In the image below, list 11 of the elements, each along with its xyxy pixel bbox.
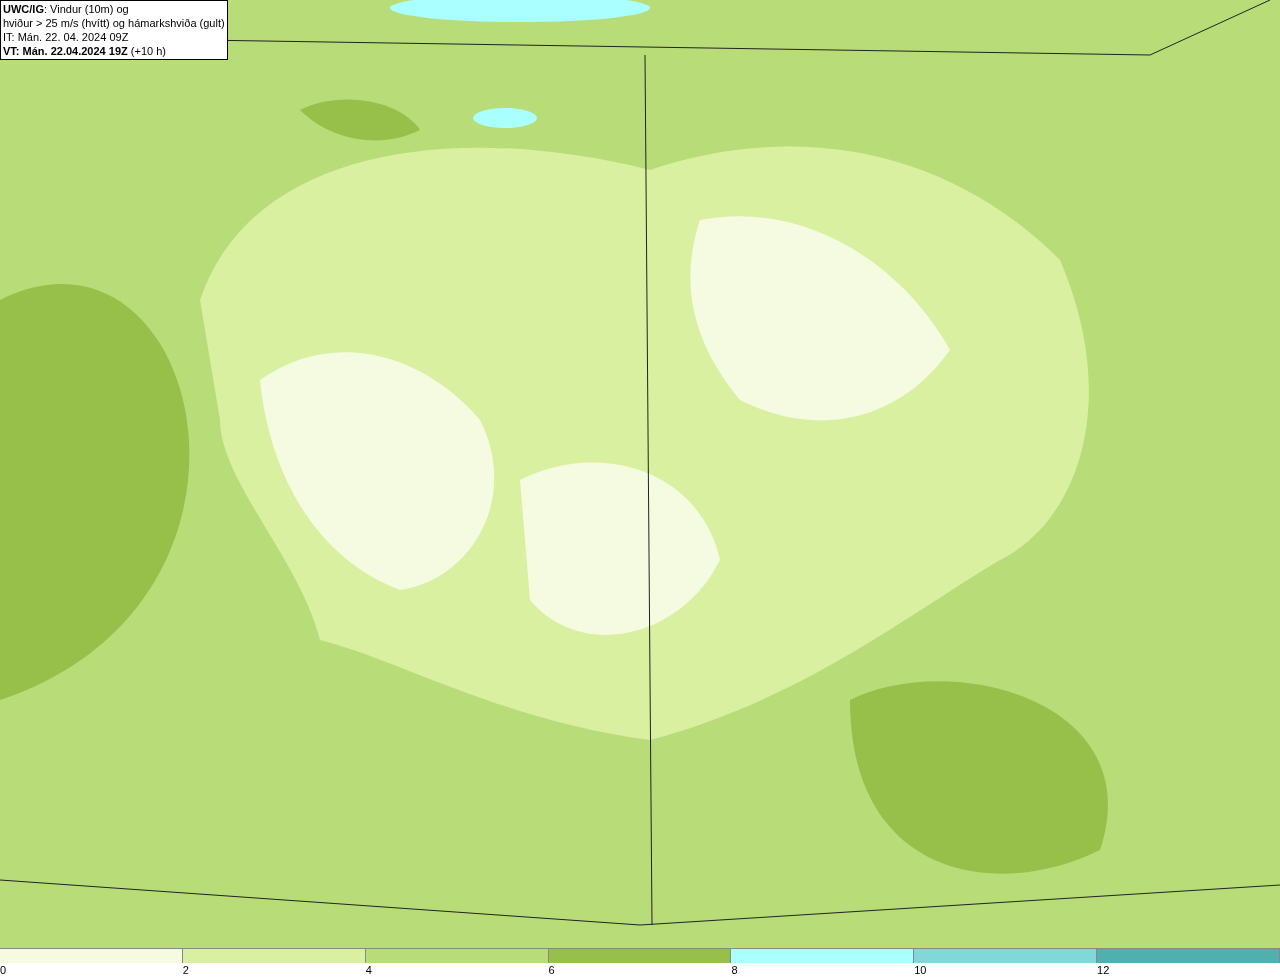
legend-label: 12	[1097, 964, 1110, 976]
legend-label: 10	[914, 964, 927, 976]
title-line: IT: Mán. 22. 04. 2024 09Z	[3, 30, 130, 44]
title-line: VT: Mán. 22.04.2024 19Z (+10 h)	[3, 44, 167, 58]
title-line: UWC/IG: Vindur (10m) og	[3, 2, 130, 16]
legend-label: 4	[365, 964, 372, 976]
legend-label: 0	[0, 964, 7, 976]
legend-label: 6	[548, 964, 555, 976]
legend-label: 2	[182, 964, 189, 976]
title-line: hviður > 25 m/s (hvítt) og hámarkshviða (gult)	[3, 16, 225, 30]
legend-label: 8	[731, 964, 738, 976]
